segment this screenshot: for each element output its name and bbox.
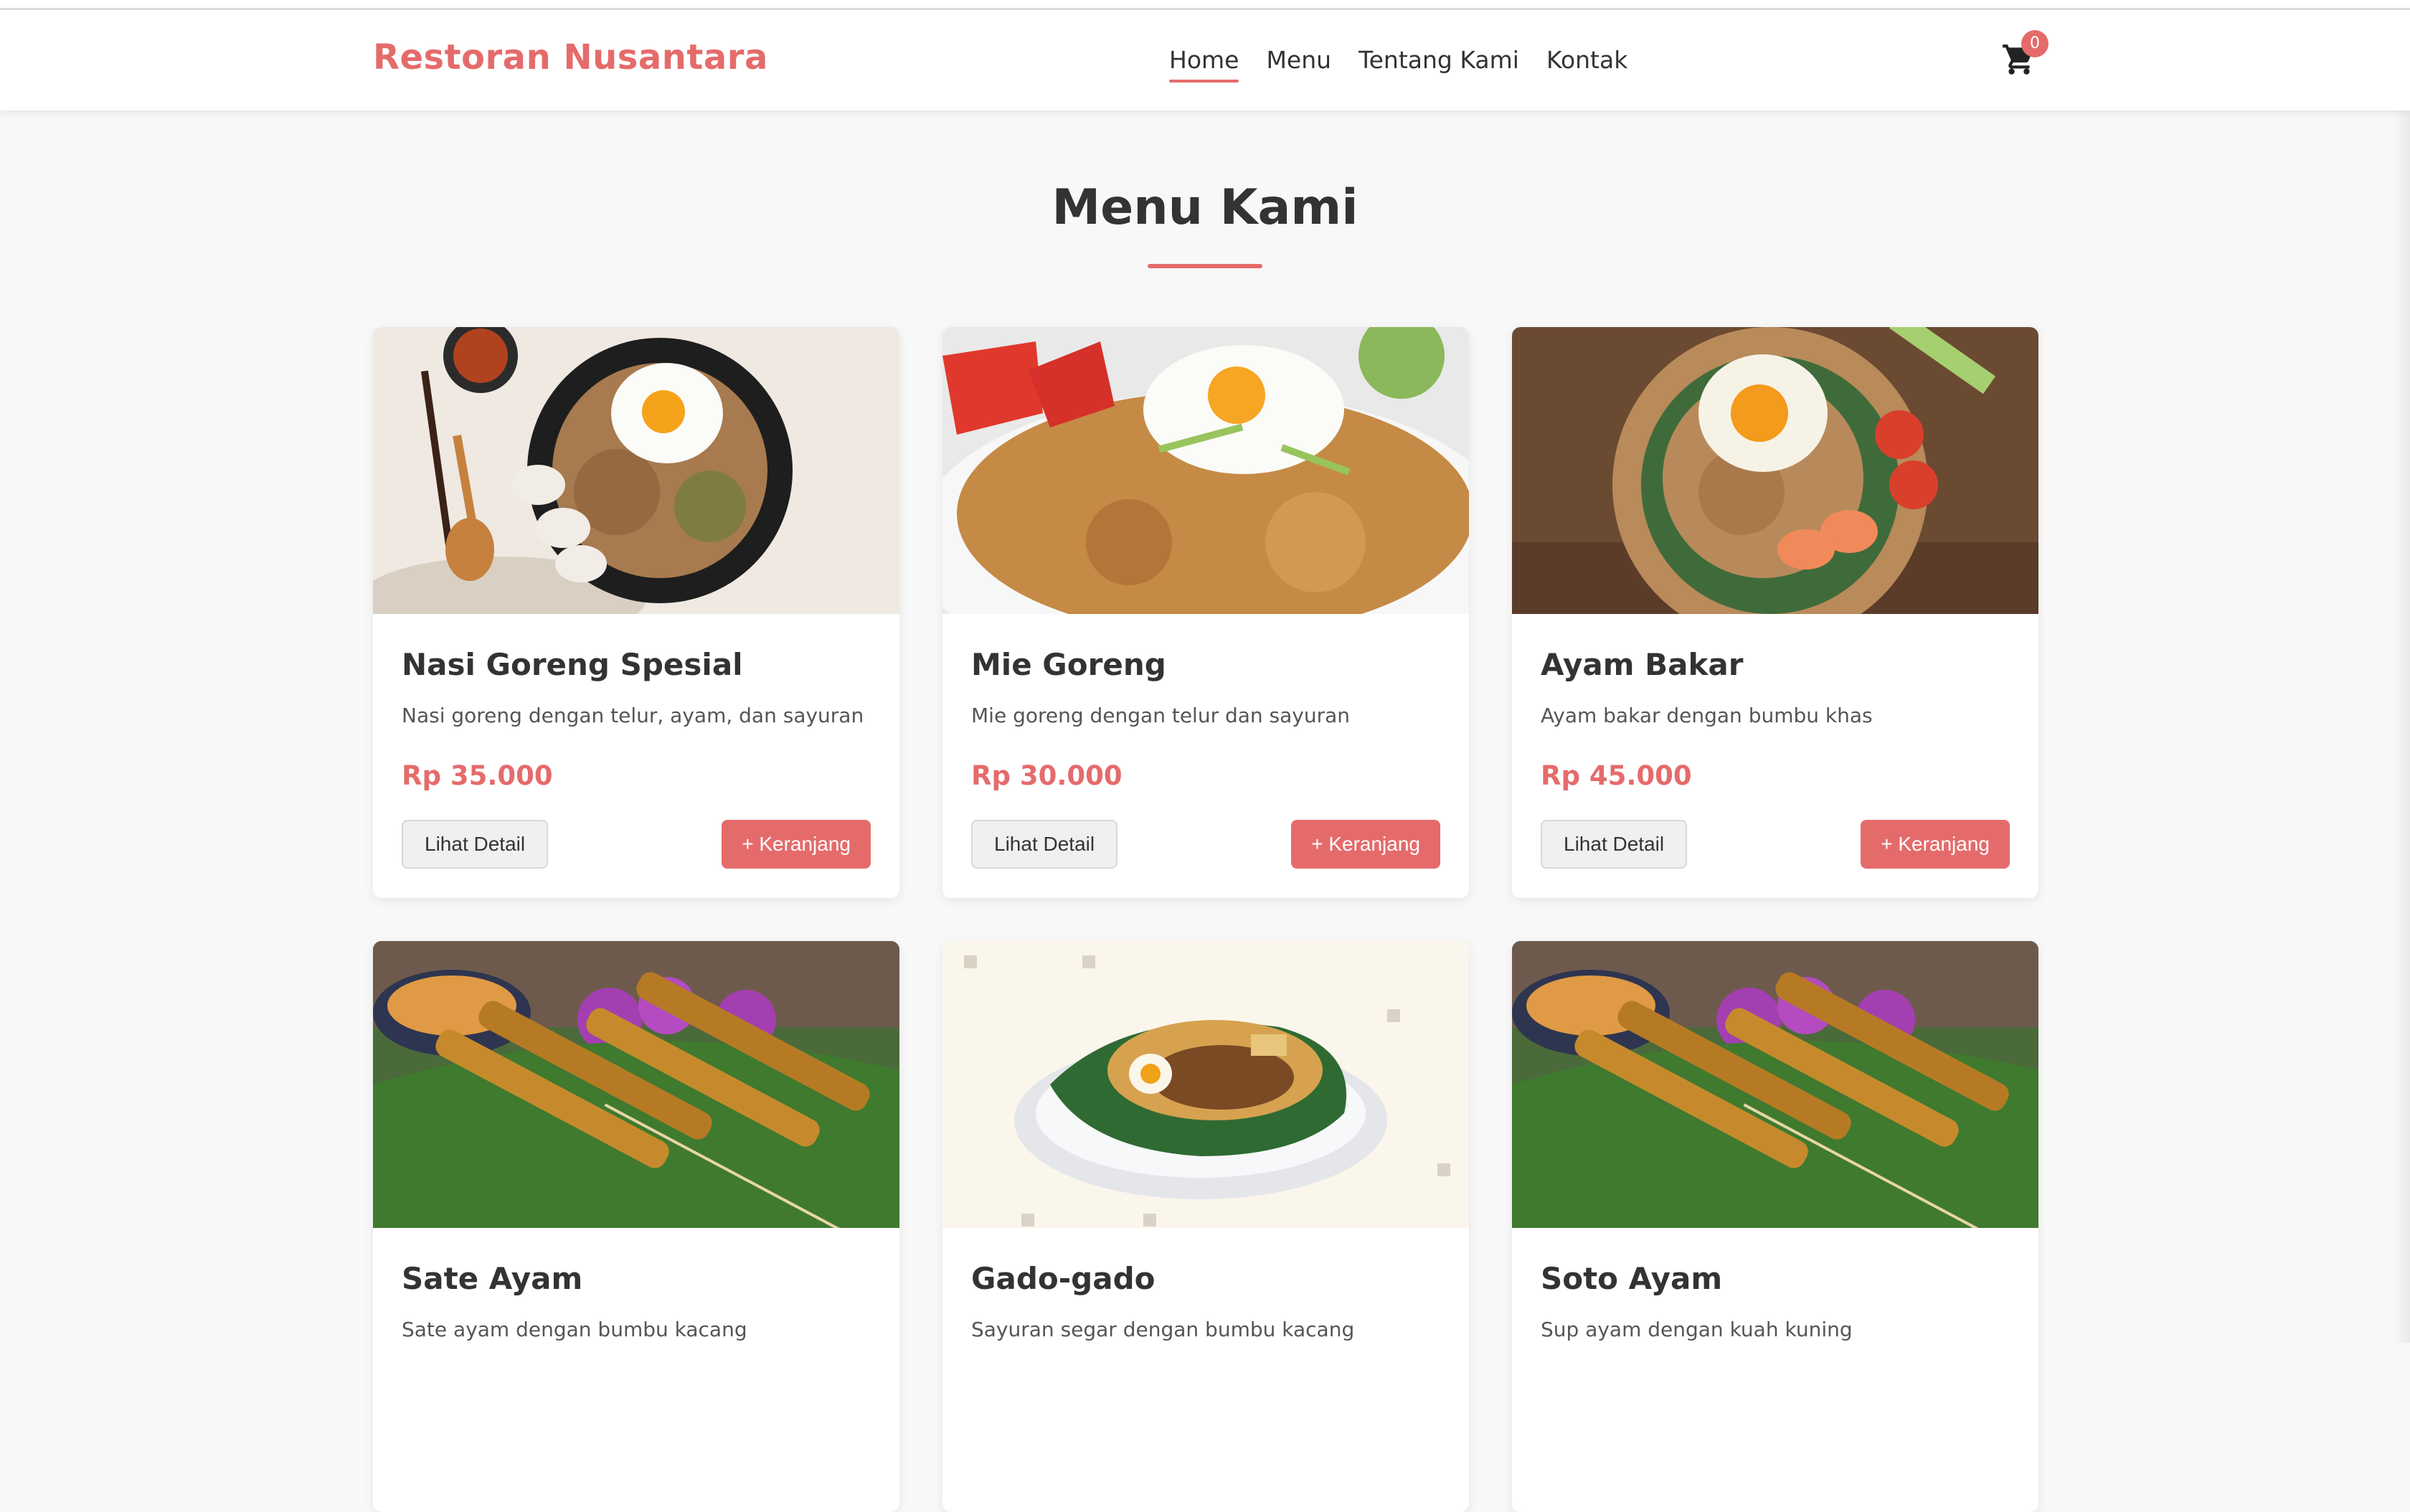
satay-photo (373, 941, 899, 1228)
cart-count-badge: 0 (2021, 30, 2048, 57)
add-to-cart-button[interactable]: + Keranjang (722, 820, 871, 869)
menu-item-price: Rp 30.000 (971, 760, 1123, 791)
view-detail-button[interactable]: Lihat Detail (402, 820, 549, 869)
menu-item-name: Mie Goreng (971, 647, 1166, 682)
menu-card: Sate Ayam Sate ayam dengan bumbu kacang (373, 941, 899, 1512)
menu-item-price: Rp 35.000 (402, 760, 553, 791)
cart-button[interactable]: 0 (2001, 30, 2048, 85)
card-actions: Lihat Detail + Keranjang (402, 820, 871, 869)
grilled-chicken-photo (1512, 327, 2038, 614)
card-actions: Lihat Detail + Keranjang (1541, 820, 2010, 869)
gado-gado-illustration (942, 941, 1469, 1228)
menu-item-description: Ayam bakar dengan bumbu khas (1541, 704, 1873, 727)
add-to-cart-button[interactable]: + Keranjang (1291, 820, 1440, 869)
menu-item-description: Nasi goreng dengan telur, ayam, dan sayu… (402, 704, 864, 727)
menu-item-description: Sate ayam dengan bumbu kacang (402, 1318, 747, 1341)
nav-tentang-kami[interactable]: Tentang Kami (1358, 46, 1519, 82)
title-underline (1148, 264, 1262, 268)
menu-card: Mie Goreng Mie goreng dengan telur dan s… (942, 327, 1469, 898)
menu-item-name: Nasi Goreng Spesial (402, 647, 743, 682)
menu-item-description: Sup ayam dengan kuah kuning (1541, 1318, 1853, 1341)
brand-logo[interactable]: Restoran Nusantara (373, 37, 768, 77)
view-detail-button[interactable]: Lihat Detail (1541, 820, 1688, 869)
main-nav: Home Menu Tentang Kami Kontak (1169, 46, 1627, 82)
fried-rice-photo (373, 327, 899, 614)
menu-item-name: Soto Ayam (1541, 1261, 1723, 1296)
add-to-cart-button[interactable]: + Keranjang (1861, 820, 2010, 869)
menu-card: Nasi Goreng Spesial Nasi goreng dengan t… (373, 327, 899, 898)
menu-grid: Nasi Goreng Spesial Nasi goreng dengan t… (373, 327, 2038, 1512)
navbar: Restoran Nusantara Home Menu Tentang Kam… (0, 10, 2410, 110)
section-title: Menu Kami (1052, 179, 1358, 236)
browser-top-border (0, 0, 2410, 10)
view-detail-button[interactable]: Lihat Detail (971, 820, 1118, 869)
menu-item-name: Sate Ayam (402, 1261, 583, 1296)
menu-item-description: Mie goreng dengan telur dan sayuran (971, 704, 1351, 727)
menu-card: Soto Ayam Sup ayam dengan kuah kuning (1512, 941, 2038, 1512)
nav-menu[interactable]: Menu (1266, 46, 1331, 82)
menu-item-name: Gado-gado (971, 1261, 1156, 1296)
satay-photo (1512, 941, 2038, 1228)
menu-item-price: Rp 45.000 (1541, 760, 1692, 791)
menu-card: Ayam Bakar Ayam bakar dengan bumbu khas … (1512, 327, 2038, 898)
card-actions: Lihat Detail + Keranjang (971, 820, 1440, 869)
fried-noodle-photo (942, 327, 1469, 614)
menu-card: Gado-gado Sayuran segar dengan bumbu kac… (942, 941, 1469, 1512)
nav-home[interactable]: Home (1169, 46, 1239, 82)
scroll-edge-shadow (2393, 110, 2410, 1343)
menu-item-name: Ayam Bakar (1541, 647, 1744, 682)
menu-item-description: Sayuran segar dengan bumbu kacang (971, 1318, 1355, 1341)
nav-kontak[interactable]: Kontak (1546, 46, 1627, 82)
